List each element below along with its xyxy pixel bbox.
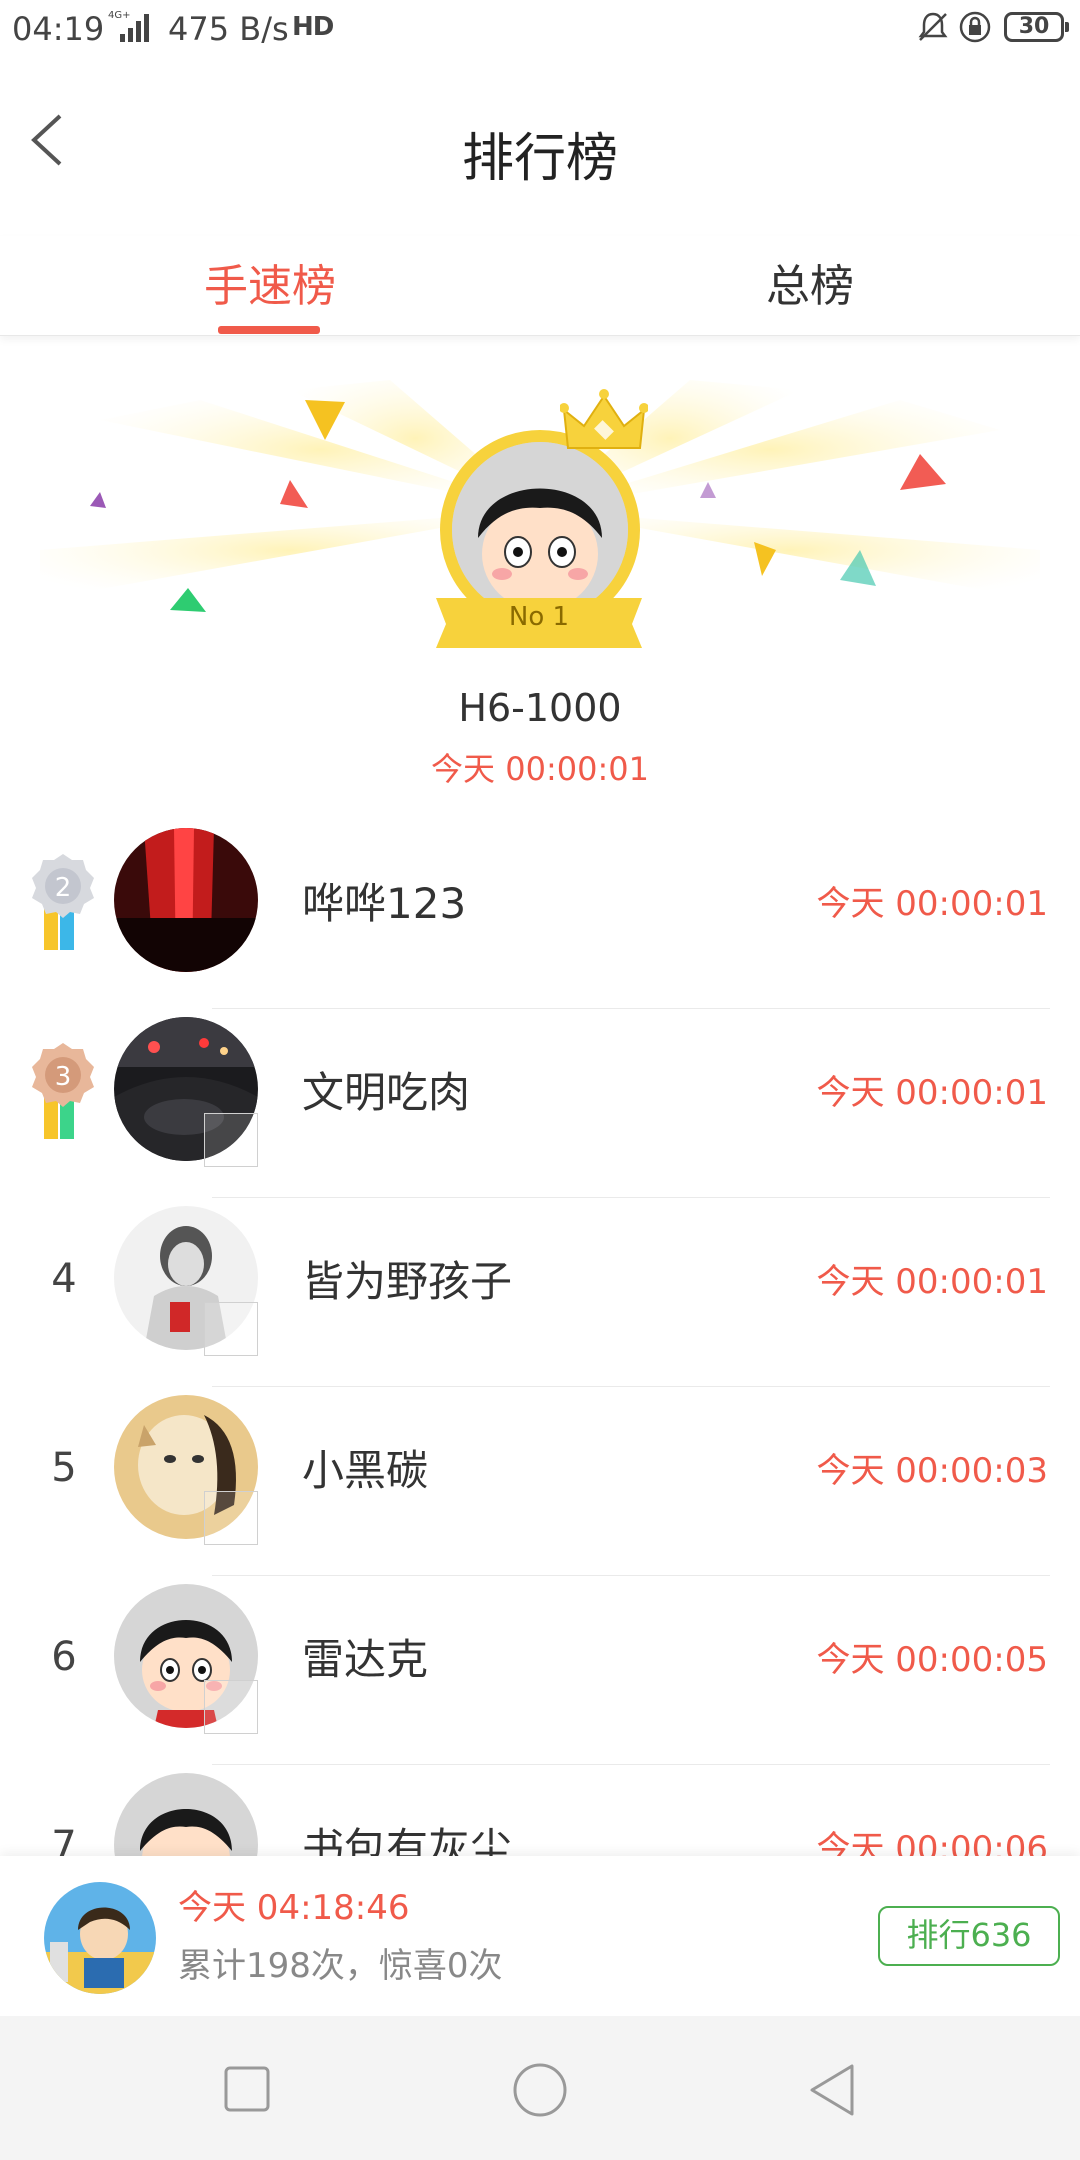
tab-speed-ranking[interactable]: 手速榜 (120, 250, 420, 314)
list-item[interactable]: 5 小黑碳 今天 00:00:03 (0, 1387, 1080, 1576)
back-icon[interactable] (804, 2060, 864, 2120)
user-time: 今天 00:00:05 (816, 1640, 1048, 1680)
tab-bar: 手速榜 总榜 (0, 236, 1080, 336)
network-speed: 475 B/s (168, 10, 289, 48)
active-tab-indicator (218, 326, 320, 334)
my-rank-button[interactable]: 排行636 (878, 1906, 1060, 1966)
rotation-lock-icon (959, 11, 991, 43)
list-item[interactable]: 4 皆为野孩子 今天 00:00:01 (0, 1198, 1080, 1387)
user-name: 小黑碳 (302, 1446, 429, 1495)
status-time: 04:19 (12, 10, 105, 48)
user-name: 雷达克 (302, 1635, 429, 1684)
list-item[interactable]: 2 哗哗123 今天 00:00:01 (0, 820, 1080, 1009)
my-avatar[interactable] (44, 1882, 156, 1994)
bronze-medal-icon: 3 (32, 1043, 94, 1139)
user-time: 今天 00:00:01 (816, 884, 1048, 924)
battery-icon: 30 (1004, 12, 1069, 42)
user-name: 皆为野孩子 (302, 1257, 513, 1306)
list-item[interactable]: 6 雷达克 今天 00:00:05 (0, 1576, 1080, 1765)
title-bar: 排行榜 (0, 56, 1080, 236)
status-bar: 04:19 4G+ 475 B/s HD 30 (0, 0, 1080, 56)
avatar[interactable] (114, 828, 258, 972)
champion-ribbon: No 1 (436, 588, 642, 652)
crown-icon (560, 389, 648, 449)
user-name: 哗哗123 (302, 879, 467, 928)
rank-number: 2 (55, 873, 72, 903)
network-type: 4G+ (108, 10, 131, 21)
hd-icon: HD (292, 12, 334, 42)
page-title: 排行榜 (461, 129, 618, 189)
user-name: 文明吃肉 (302, 1068, 471, 1117)
rank-number: 4 (51, 1256, 77, 1302)
mute-icon (918, 12, 948, 41)
champion-badge-text: No 1 (508, 602, 570, 632)
user-time: 今天 00:00:01 (816, 1262, 1048, 1302)
champion-time: 今天 00:00:01 (431, 750, 649, 788)
tab-overall-ranking[interactable]: 总榜 (660, 250, 960, 314)
rank-number: 3 (55, 1062, 72, 1092)
navigation-bar (0, 2016, 1080, 2160)
home-icon[interactable] (510, 2060, 570, 2120)
signal-icon: 4G+ (108, 10, 149, 42)
user-time: 今天 00:00:03 (816, 1451, 1048, 1491)
rank-number: 5 (51, 1445, 77, 1491)
champion-name: H6-1000 (458, 686, 622, 730)
rank-number: 6 (51, 1634, 77, 1680)
my-stats: 累计198次，惊喜0次 (178, 1946, 503, 1986)
silver-medal-icon: 2 (32, 854, 94, 950)
small-image-frame (204, 1491, 258, 1545)
my-last-time: 今天 04:18:46 (178, 1888, 410, 1928)
user-time: 今天 00:00:01 (816, 1073, 1048, 1113)
champion-section: No 1 H6-1000 今天 00:00:01 (0, 360, 1080, 810)
small-image-frame (204, 1680, 258, 1734)
recent-apps-icon[interactable] (216, 2060, 276, 2120)
small-image-frame (204, 1113, 258, 1167)
my-summary-bar: 今天 04:18:46 累计198次，惊喜0次 排行636 (0, 1856, 1080, 2016)
small-image-frame (204, 1302, 258, 1356)
list-item[interactable]: 3 文明吃肉 今天 00:00:01 (0, 1009, 1080, 1198)
